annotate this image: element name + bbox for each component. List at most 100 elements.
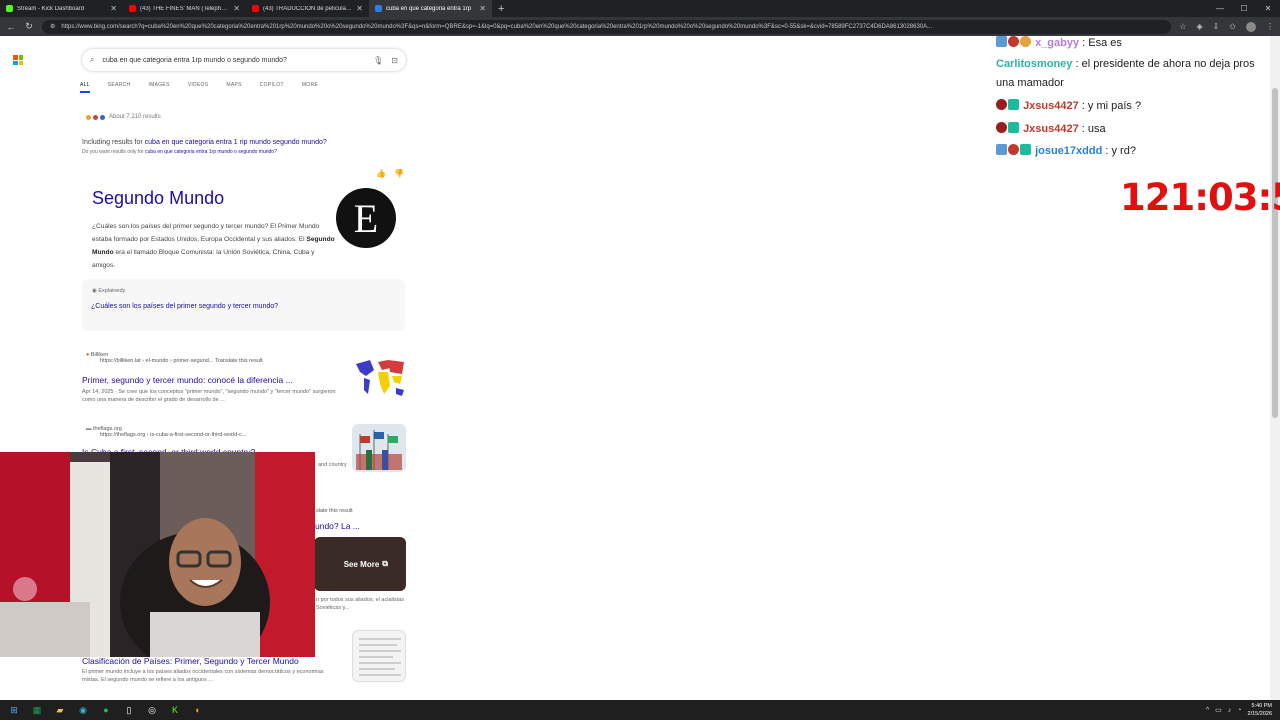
source-link[interactable]: ¿Cuáles son los países del primer segund… [91, 303, 278, 310]
maximize-icon[interactable]: ☐ [1232, 0, 1256, 17]
extension-icon[interactable]: ◈ [1196, 22, 1202, 31]
badge-icon [1008, 144, 1019, 155]
new-tab-button[interactable]: + [492, 3, 510, 15]
tab-copilot[interactable]: COPILOT [260, 82, 284, 93]
kick-icon [6, 5, 13, 12]
obs-icon[interactable]: ◎ [144, 702, 160, 718]
chat-message-continued: una mamador [996, 77, 1064, 89]
chat-message: Carlitosmoney : el presidente de ahora n… [996, 58, 1255, 70]
result-cite: ● Billiken https://billiken.lat › el-mun… [86, 352, 263, 364]
tab-youtube-1[interactable]: (43) THE FINES' MAN (Telephone ✕ [123, 0, 246, 17]
chat-text: una mamador [996, 77, 1064, 89]
result-title-link[interactable]: undo? La ... [315, 521, 360, 531]
spotify-icon[interactable]: ● [98, 702, 114, 718]
chat-text: : Esa es [1082, 37, 1122, 49]
badge-icon [996, 144, 1007, 155]
badge-icon [1008, 36, 1019, 47]
answer-text-part: ¿Cuáles son los países del primer segund… [92, 223, 320, 243]
tab-more[interactable]: MORE [302, 82, 318, 93]
menu-icon[interactable]: ⋮ [1266, 22, 1274, 31]
tab-label: (43) TRADUCCIÓN de películas (I... [263, 5, 353, 12]
minimize-icon[interactable]: — [1208, 0, 1232, 17]
including-query-link[interactable]: cuba en que categoria entra 1 rip mundo … [145, 139, 327, 146]
tab-bing-search[interactable]: cuba en que categoria entra 1rp ✕ [369, 0, 492, 17]
chevron-up-icon[interactable]: ^ [1206, 707, 1209, 714]
youtube-icon [129, 5, 136, 12]
search-input[interactable]: ⌕ cuba en que categoria entra 1rp mundo … [82, 49, 406, 71]
visual-search-icon[interactable]: ⊡ [391, 56, 398, 65]
clock-time: 5:40 PM [1251, 703, 1272, 709]
microphone-icon[interactable]: 🎙 [373, 56, 383, 65]
address-bar[interactable]: ⚙ https://www.bing.com/search?q=cuba%20e… [42, 19, 1172, 34]
close-window-icon[interactable]: ✕ [1256, 0, 1280, 17]
clock[interactable]: 5:40 PM 2/15/2026 [1248, 702, 1272, 718]
search-icon: ⌕ [90, 55, 95, 64]
browser-tab-strip: Stream - Kick Dashboard ✕ (43) THE FINES… [0, 0, 1280, 17]
volume-icon[interactable]: ♪ [1228, 707, 1232, 714]
badge-icon [1020, 36, 1031, 47]
source-icons [86, 114, 105, 120]
battery-icon[interactable]: ▭ [1215, 706, 1222, 714]
scrollbar-thumb[interactable] [1272, 88, 1278, 418]
external-link-icon: ⧉ [382, 559, 388, 568]
chrome-icon[interactable]: ◐ [190, 702, 206, 718]
see-more-button[interactable]: See More ⧉ [314, 537, 406, 591]
file-explorer-icon[interactable]: ▰ [52, 702, 68, 718]
thumbs-up-icon[interactable]: 👍 [376, 169, 386, 178]
network-icon[interactable]: ◔ [1237, 707, 1241, 714]
tab-youtube-2[interactable]: (43) TRADUCCIÓN de películas (I... ✕ [246, 0, 369, 17]
scope-tabs: ALL SEARCH IMAGES VIDEOS MAPS COPILOT MO… [80, 82, 318, 93]
close-icon[interactable]: ✕ [479, 4, 486, 13]
reload-icon[interactable]: ↻ [24, 21, 34, 32]
windows-start-icon[interactable]: ⊞ [6, 702, 22, 718]
youtube-icon [252, 5, 259, 12]
thumbs-down-icon[interactable]: 👎 [394, 169, 404, 178]
badge-icon [996, 36, 1007, 47]
flags-thumbnail[interactable] [352, 424, 406, 472]
chat-text: : y rd? [1105, 145, 1136, 157]
site-url[interactable]: https://billiken.lat › el-mundo › primer… [86, 358, 263, 364]
close-icon[interactable]: ✕ [110, 4, 117, 13]
page-scrollbar[interactable] [1270, 36, 1280, 700]
notepad-icon[interactable]: ▯ [121, 702, 137, 718]
streamer-webcam [0, 452, 315, 657]
tab-search[interactable]: SEARCH [108, 82, 131, 93]
only-query-link[interactable]: cuba en que categoria entra 1rp mundo o … [145, 149, 277, 155]
document-thumbnail[interactable] [352, 630, 406, 682]
badge-icon [996, 122, 1007, 133]
toolbar-icons: ☆ ◈ ⇩ ✩ ⋮ [1179, 21, 1274, 32]
close-icon[interactable]: ✕ [233, 4, 240, 13]
chat-message: josue17xddd : y rd? [996, 144, 1136, 157]
sheets-app-icon[interactable]: ▦ [29, 702, 45, 718]
microsoft-logo-icon[interactable] [13, 55, 23, 65]
answer-title: Segundo Mundo [92, 188, 225, 208]
window-controls: — ☐ ✕ [1208, 0, 1280, 17]
browser-toolbar: ← ↻ ⚙ https://www.bing.com/search?q=cuba… [0, 17, 1280, 36]
url-text: https://www.bing.com/search?q=cuba%20en%… [61, 23, 933, 30]
bookmark-star-icon[interactable]: ☆ [1179, 22, 1186, 31]
download-icon[interactable]: ⇩ [1213, 22, 1220, 31]
world-map-thumbnail[interactable] [352, 354, 406, 402]
result-cite[interactable]: slate this result [316, 508, 353, 514]
back-icon[interactable]: ← [6, 22, 16, 32]
result-title-link[interactable]: Primer, segundo y tercer mundo: conocé l… [82, 375, 293, 385]
edge-browser-icon[interactable]: ◉ [75, 702, 91, 718]
only-prefix: Do you want results only for [82, 149, 144, 155]
close-icon[interactable]: ✕ [356, 4, 363, 13]
tab-kick-dashboard[interactable]: Stream - Kick Dashboard ✕ [0, 0, 123, 17]
tab-videos[interactable]: VIDEOS [188, 82, 209, 93]
profile-avatar[interactable] [1246, 21, 1256, 32]
tab-images[interactable]: IMAGES [148, 82, 169, 93]
site-url[interactable]: https://theflags.org › is-cuba-a-first-s… [86, 432, 246, 438]
chat-username: josue17xddd [1035, 145, 1103, 157]
result-snippet: n por todos sus aliados; el acialistas S… [316, 597, 405, 611]
kick-app-icon[interactable]: K [167, 702, 183, 718]
site-info-icon[interactable]: ⚙ [50, 23, 55, 30]
tab-all[interactable]: ALL [80, 82, 90, 93]
result-title-link[interactable]: Clasificación de Países: Primer, Segundo… [82, 656, 299, 666]
chat-username: Jxsus4427 [1023, 100, 1079, 112]
source-name: ◉ Explainedy [92, 288, 126, 294]
favorites-icon[interactable]: ✩ [1229, 22, 1236, 31]
tab-maps[interactable]: MAPS [226, 82, 241, 93]
search-query[interactable]: cuba en que categoria entra 1rp mundo o … [102, 57, 365, 64]
